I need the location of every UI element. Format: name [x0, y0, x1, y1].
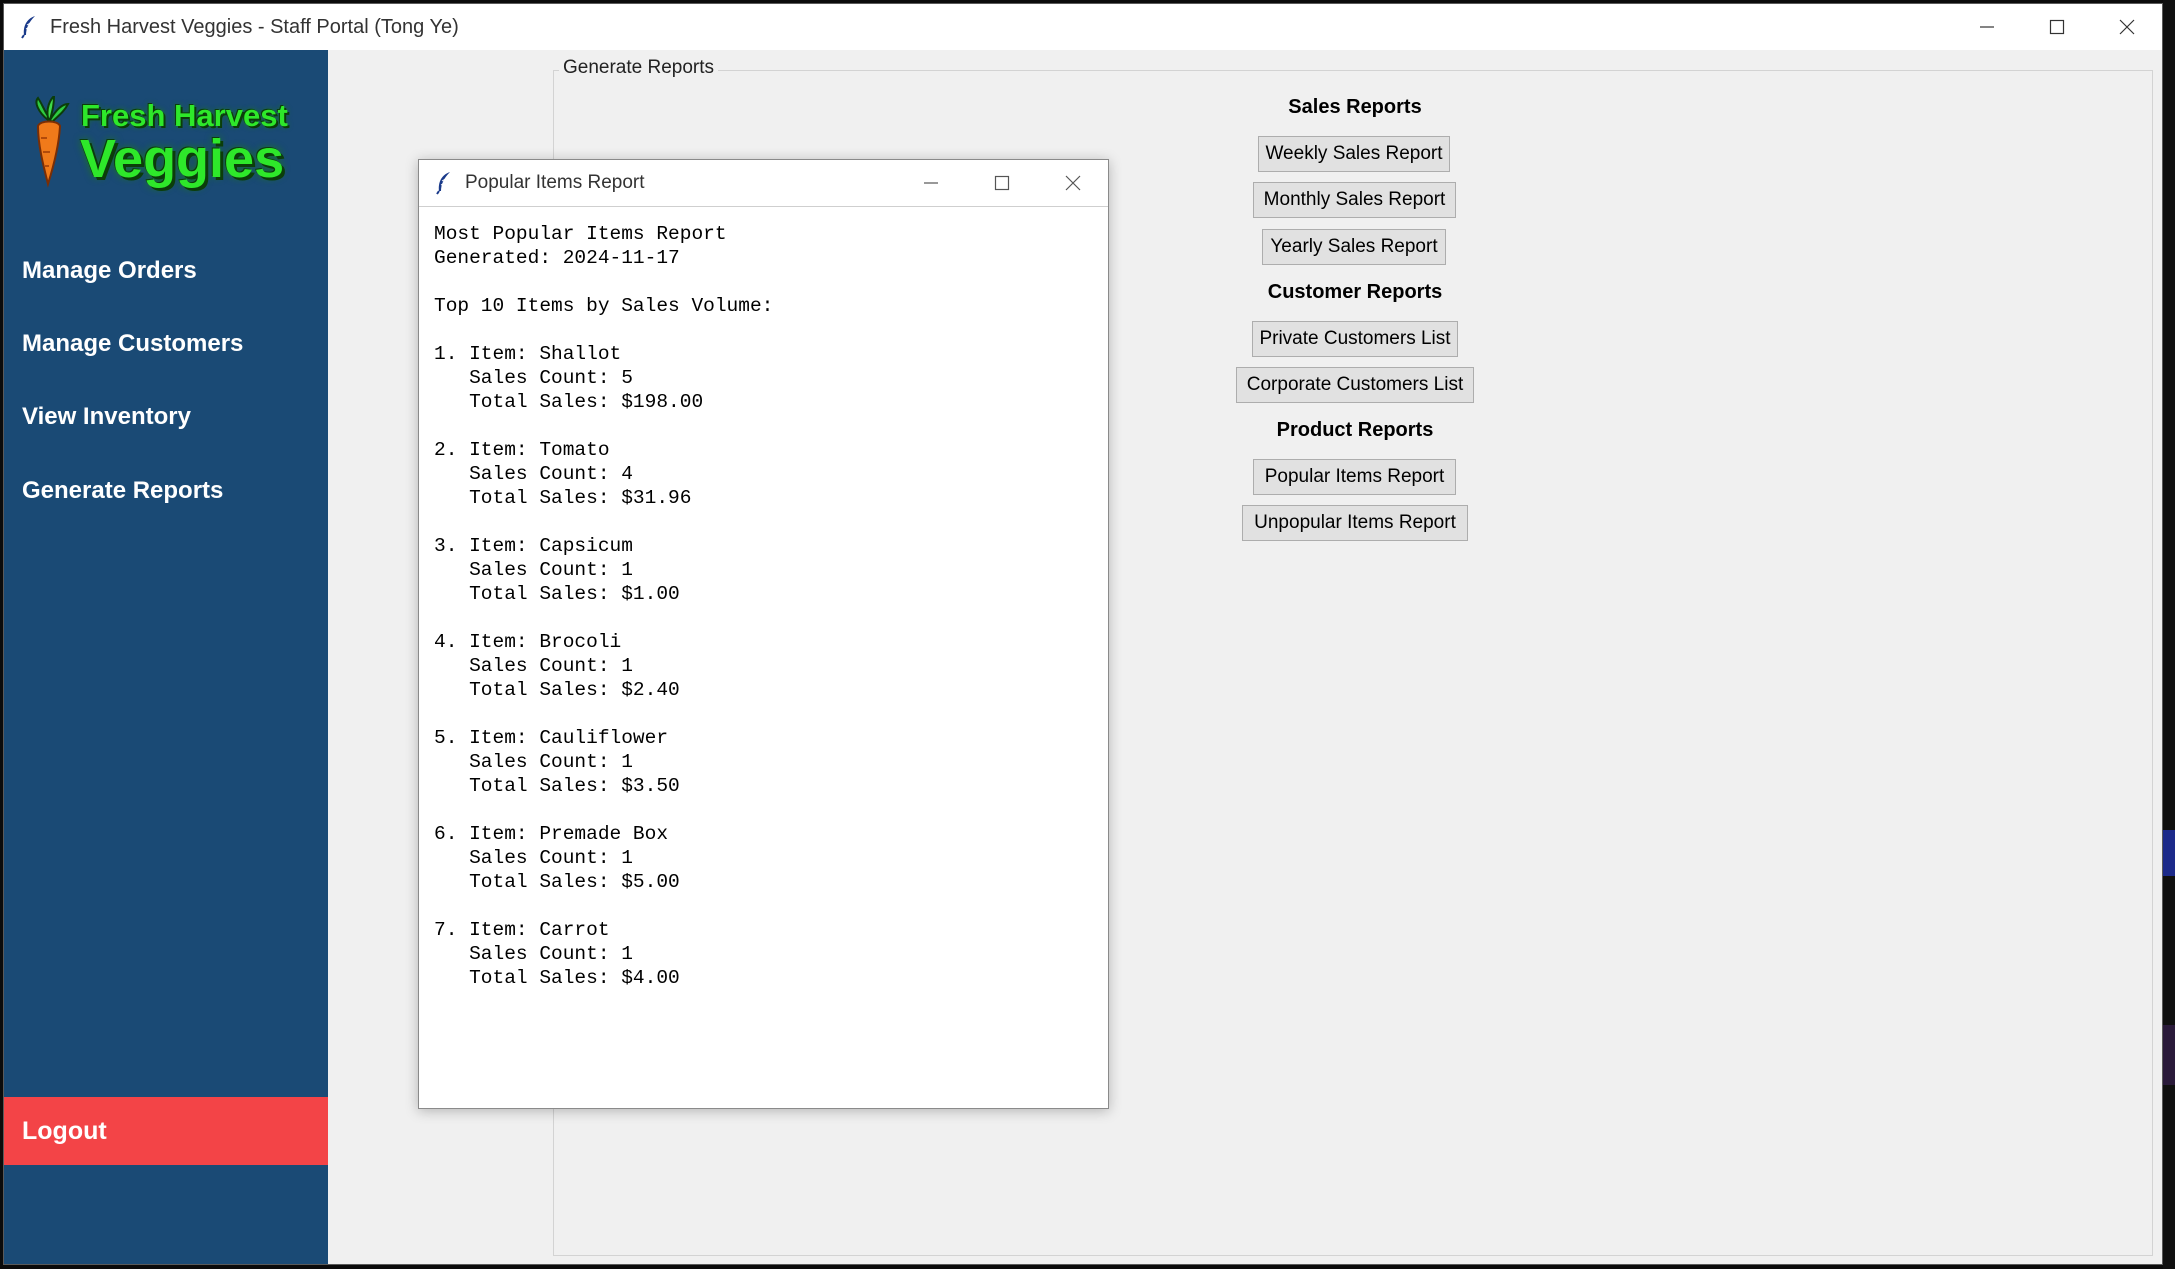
sidebar-item-manage-orders[interactable]: Manage Orders: [22, 257, 197, 285]
list-item-count: Sales Count: 1: [469, 751, 633, 773]
list-item-total: Total Sales: $1.00: [469, 583, 680, 605]
list-item-name: Item: Brocoli: [469, 631, 622, 653]
yearly-sales-report-button[interactable]: Yearly Sales Report: [1262, 229, 1446, 265]
list-item-count: Sales Count: 4: [469, 463, 633, 485]
popup-titlebar[interactable]: Popular Items Report: [419, 160, 1108, 207]
list-item-total: Total Sales: $4.00: [469, 967, 680, 989]
carrot-icon: [35, 96, 70, 188]
sidebar-item-generate-reports[interactable]: Generate Reports: [22, 477, 223, 505]
maximize-icon: [2049, 19, 2065, 35]
popular-items-report-button[interactable]: Popular Items Report: [1253, 459, 1456, 495]
popup-window-controls: [895, 160, 1108, 206]
maximize-icon: [994, 175, 1009, 191]
list-item-rank: 4.: [434, 631, 458, 653]
corporate-customers-list-button[interactable]: Corporate Customers List: [1236, 367, 1474, 403]
list-item-rank: 1.: [434, 343, 458, 365]
logout-label: Logout: [22, 1116, 107, 1145]
close-icon: [2119, 19, 2135, 35]
unpopular-items-report-button[interactable]: Unpopular Items Report: [1242, 505, 1468, 541]
list-item-name: Item: Shallot: [469, 343, 622, 365]
list-item-rank: 2.: [434, 439, 458, 461]
close-icon: [1065, 175, 1080, 191]
reports-frame-label: Generate Reports: [559, 57, 719, 79]
popular-items-report-window: Popular Items Report Most Popular Items …: [418, 159, 1109, 1109]
minimize-icon: [923, 182, 938, 184]
section-heading-customers: Customer Reports: [1267, 281, 1443, 303]
feather-icon: [18, 14, 40, 40]
list-item-total: Total Sales: $2.40: [469, 679, 680, 701]
list-item-total: Total Sales: $198.00: [469, 391, 704, 413]
list-item-count: Sales Count: 1: [469, 943, 633, 965]
weekly-sales-report-button[interactable]: Weekly Sales Report: [1258, 136, 1450, 172]
section-heading-products: Product Reports: [1276, 419, 1434, 441]
report-subheading: Top 10 Items by Sales Volume:: [434, 295, 774, 317]
report-heading: Most Popular Items Report: [434, 223, 727, 245]
sidebar-item-manage-customers[interactable]: Manage Customers: [22, 330, 243, 358]
logo: Fresh Harvest Veggies: [26, 96, 316, 196]
list-item-name: Item: Capsicum: [469, 535, 633, 557]
list-item-count: Sales Count: 1: [469, 655, 633, 677]
list-item-count: Sales Count: 5: [469, 367, 633, 389]
minimize-icon: [1980, 26, 1994, 28]
list-item-count: Sales Count: 1: [469, 847, 633, 869]
list-item-total: Total Sales: $31.96: [469, 487, 692, 509]
main-window: Fresh Harvest Veggies - Staff Portal (To…: [3, 3, 2163, 1265]
logo-title-line2: Veggies: [80, 129, 285, 189]
list-item-name: Item: Carrot: [469, 919, 610, 941]
popup-title: Popular Items Report: [465, 172, 645, 193]
background-desktop-accent: [2163, 830, 2175, 876]
logout-button[interactable]: Logout: [4, 1097, 328, 1165]
private-customers-list-button[interactable]: Private Customers List: [1252, 321, 1458, 357]
section-heading-sales: Sales Reports: [1288, 96, 1422, 118]
report-text-area[interactable]: Most Popular Items Report Generated: 202…: [434, 222, 773, 990]
sidebar-item-view-inventory[interactable]: View Inventory: [22, 403, 191, 431]
list-item-rank: 7.: [434, 919, 458, 941]
report-generated-date: Generated: 2024-11-17: [434, 247, 680, 269]
list-item-name: Item: Tomato: [469, 439, 610, 461]
list-item-name: Item: Premade Box: [469, 823, 669, 845]
popup-minimize-button[interactable]: [895, 160, 966, 206]
popup-close-button[interactable]: [1037, 160, 1108, 206]
minimize-button[interactable]: [1952, 4, 2022, 50]
window-title: Fresh Harvest Veggies - Staff Portal (To…: [50, 15, 459, 38]
sidebar: Fresh Harvest Veggies Manage Orders Mana…: [4, 50, 328, 1264]
list-item-rank: 3.: [434, 535, 458, 557]
maximize-button[interactable]: [2022, 4, 2092, 50]
feather-icon: [433, 170, 455, 196]
window-titlebar[interactable]: Fresh Harvest Veggies - Staff Portal (To…: [4, 4, 2162, 50]
close-button[interactable]: [2092, 4, 2162, 50]
list-item-total: Total Sales: $5.00: [469, 871, 680, 893]
background-desktop-accent-2: [2163, 1025, 2175, 1085]
list-item-rank: 6.: [434, 823, 458, 845]
list-item-count: Sales Count: 1: [469, 559, 633, 581]
list-item-name: Item: Cauliflower: [469, 727, 669, 749]
window-controls: [1952, 4, 2162, 50]
monthly-sales-report-button[interactable]: Monthly Sales Report: [1253, 182, 1456, 218]
list-item-total: Total Sales: $3.50: [469, 775, 680, 797]
list-item-rank: 5.: [434, 727, 458, 749]
popup-maximize-button[interactable]: [966, 160, 1037, 206]
